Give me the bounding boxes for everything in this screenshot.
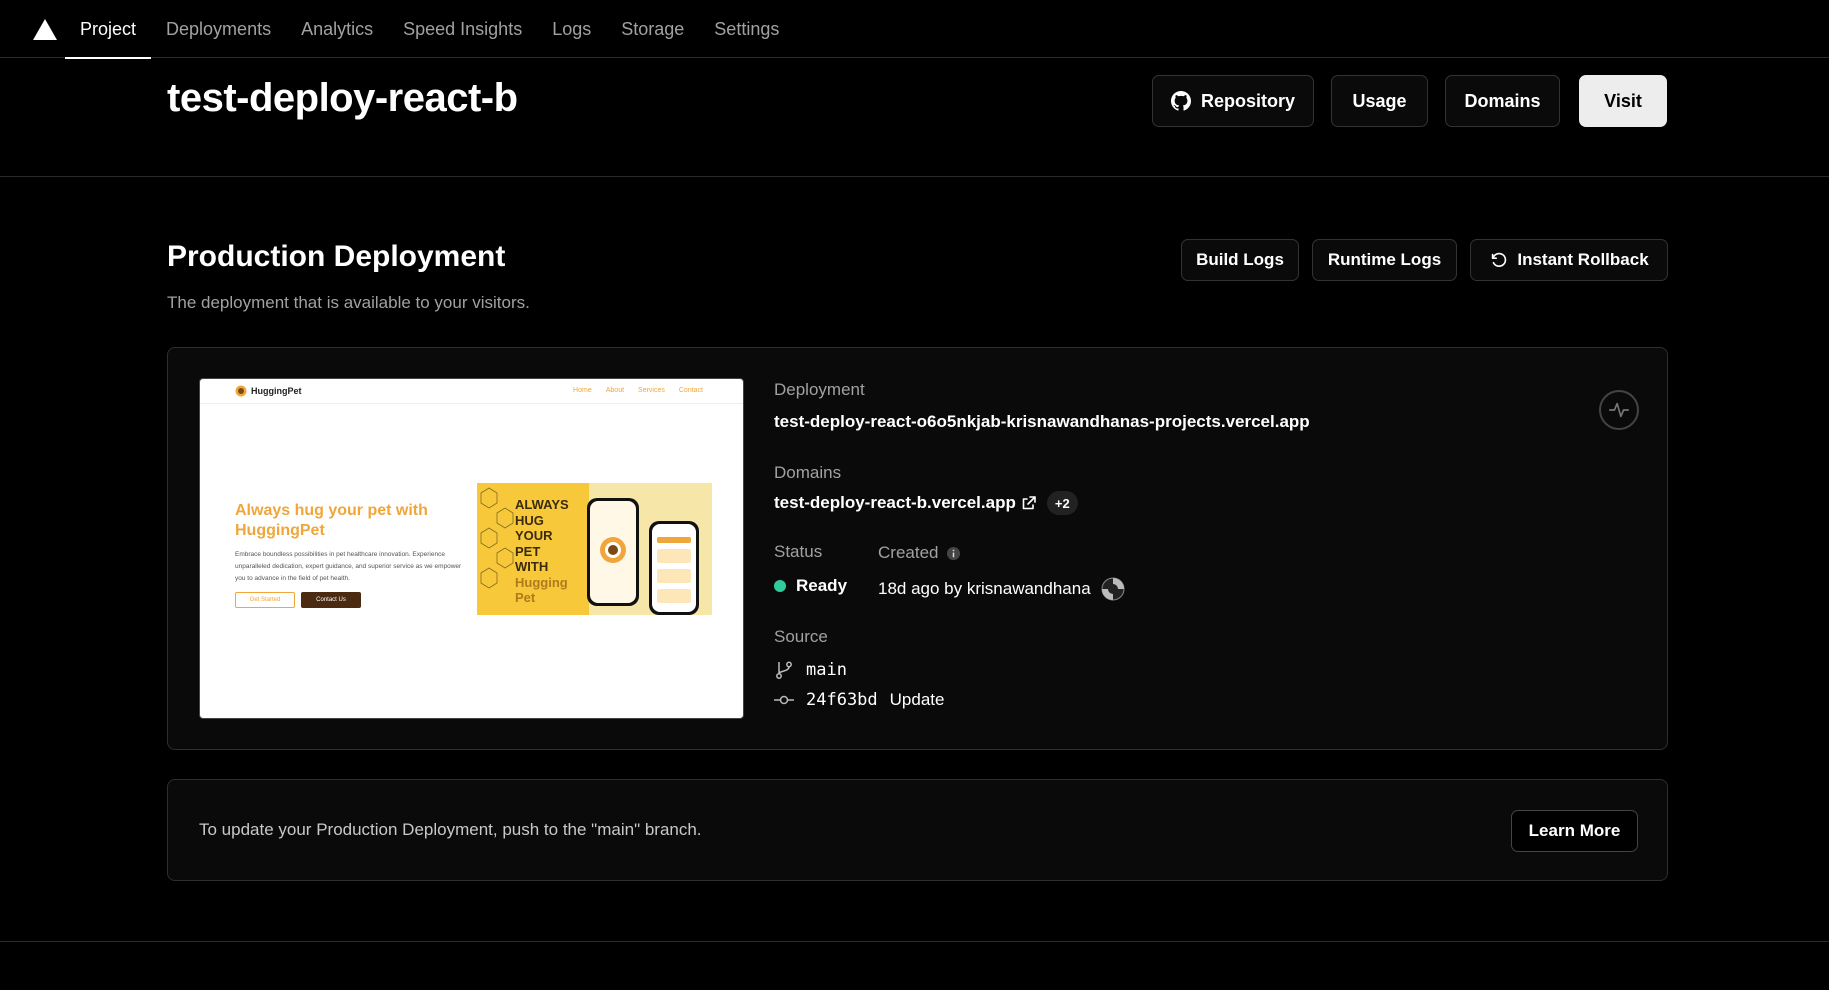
external-link-icon[interactable] xyxy=(1021,495,1037,511)
top-navigation: Project Deployments Analytics Speed Insi… xyxy=(0,0,1829,59)
branch-row: main xyxy=(774,660,847,680)
created-row: 18d ago by krisnawandhana xyxy=(878,577,1125,601)
commit-message[interactable]: Update xyxy=(890,690,945,710)
instant-rollback-label: Instant Rollback xyxy=(1517,250,1649,269)
preview-link: Home xyxy=(573,387,592,394)
learn-more-button[interactable]: Learn More xyxy=(1511,810,1638,852)
hero-accent-line: Hugging xyxy=(515,574,568,590)
nav-tabs: Project Deployments Analytics Speed Insi… xyxy=(65,0,794,59)
repository-label: Repository xyxy=(1200,90,1296,111)
hero-line: PET xyxy=(515,543,541,559)
created-label-row: Created xyxy=(878,543,961,563)
deployment-label: Deployment xyxy=(774,380,865,399)
build-logs-button[interactable]: Build Logs xyxy=(1181,239,1299,281)
commit-hash[interactable]: 24f63bd xyxy=(806,690,878,710)
hero-pattern xyxy=(480,487,514,589)
commit-row: 24f63bd Update xyxy=(774,690,944,710)
branch-name[interactable]: main xyxy=(806,660,847,680)
status-dot-icon xyxy=(774,580,786,592)
info-icon[interactable] xyxy=(946,546,961,561)
divider xyxy=(0,941,1829,942)
preview-links: Home About Services Contact xyxy=(573,387,703,394)
preview-link: Contact xyxy=(678,387,703,394)
preview-brand-name: HuggingPet xyxy=(251,386,302,396)
preview-link: Services xyxy=(638,387,665,394)
tab-analytics[interactable]: Analytics xyxy=(286,0,388,58)
hero-line: HUG xyxy=(515,512,544,528)
production-deployment-card: HuggingPet Home About Services Contact A… xyxy=(167,347,1668,750)
domains-extra-badge[interactable]: +2 xyxy=(1046,491,1078,515)
update-note-text: To update your Production Deployment, pu… xyxy=(199,820,702,839)
tab-logs[interactable]: Logs xyxy=(537,0,606,58)
git-commit-icon xyxy=(774,695,794,705)
preview-get-started: Get Started xyxy=(235,592,295,608)
preview-brand: HuggingPet xyxy=(235,385,302,397)
preview-hero-image: ALWAYS HUG YOUR PET WITH Hugging Pet xyxy=(477,483,712,615)
deployment-preview[interactable]: HuggingPet Home About Services Contact A… xyxy=(199,378,744,719)
hero-line: WITH xyxy=(515,559,549,574)
domains-label: Domains xyxy=(774,463,842,482)
tab-deployments[interactable]: Deployments xyxy=(151,0,286,58)
hero-line: YOUR xyxy=(515,528,553,543)
vercel-logo-icon[interactable] xyxy=(33,19,57,40)
hero-line: ALWAYS xyxy=(515,497,569,512)
created-label: Created xyxy=(878,543,939,562)
repository-button[interactable]: Repository xyxy=(1152,75,1314,127)
deployment-url[interactable]: test-deploy-react-o6o5nkjab-krisnawandha… xyxy=(774,412,1310,432)
status-value: Ready xyxy=(796,576,848,595)
git-branch-icon xyxy=(776,661,792,679)
usage-button[interactable]: Usage xyxy=(1331,75,1428,127)
pet-logo-icon xyxy=(235,385,247,397)
section-subtitle: The deployment that is available to your… xyxy=(167,293,530,312)
rollback-icon xyxy=(1492,252,1507,267)
tab-settings[interactable]: Settings xyxy=(699,0,794,58)
domain-link[interactable]: test-deploy-react-b.vercel.app xyxy=(774,493,1016,513)
hero-accent-line: Pet xyxy=(515,590,536,605)
created-value: 18d ago by krisnawandhana xyxy=(878,579,1091,598)
phone-mockup xyxy=(587,498,639,606)
visit-button[interactable]: Visit xyxy=(1579,75,1667,127)
instant-rollback-button[interactable]: Instant Rollback xyxy=(1470,239,1668,281)
tab-storage[interactable]: Storage xyxy=(606,0,699,58)
page-title: test-deploy-react-b xyxy=(167,76,518,120)
hero-text: ALWAYS HUG YOUR PET WITH Hugging Pet xyxy=(515,497,569,606)
github-icon xyxy=(1170,91,1191,111)
domains-button[interactable]: Domains xyxy=(1445,75,1560,127)
activity-icon[interactable] xyxy=(1599,390,1639,430)
domain-row: test-deploy-react-b.vercel.app +2 xyxy=(774,491,1078,515)
status-row: Ready xyxy=(774,576,847,596)
phone-mockup-secondary xyxy=(649,521,699,615)
project-header: test-deploy-react-b Repository Usage Dom… xyxy=(0,58,1829,177)
tab-project[interactable]: Project xyxy=(65,0,152,59)
preview-headline: Always hug your pet with HuggingPet xyxy=(235,502,428,539)
avatar[interactable] xyxy=(1101,577,1125,601)
status-label: Status xyxy=(774,542,823,561)
phone-logo-icon xyxy=(600,537,626,563)
runtime-logs-button[interactable]: Runtime Logs xyxy=(1312,239,1457,281)
preview-link: About xyxy=(605,387,625,394)
update-note-card: To update your Production Deployment, pu… xyxy=(167,779,1668,881)
source-label: Source xyxy=(774,627,828,646)
tab-speed-insights[interactable]: Speed Insights xyxy=(388,0,537,58)
section-title: Production Deployment xyxy=(167,240,506,273)
preview-body: Embrace boundless possibilities in pet h… xyxy=(235,551,462,582)
preview-contact-us: Contact Us xyxy=(301,592,361,608)
preview-navbar: HuggingPet Home About Services Contact xyxy=(200,379,743,404)
